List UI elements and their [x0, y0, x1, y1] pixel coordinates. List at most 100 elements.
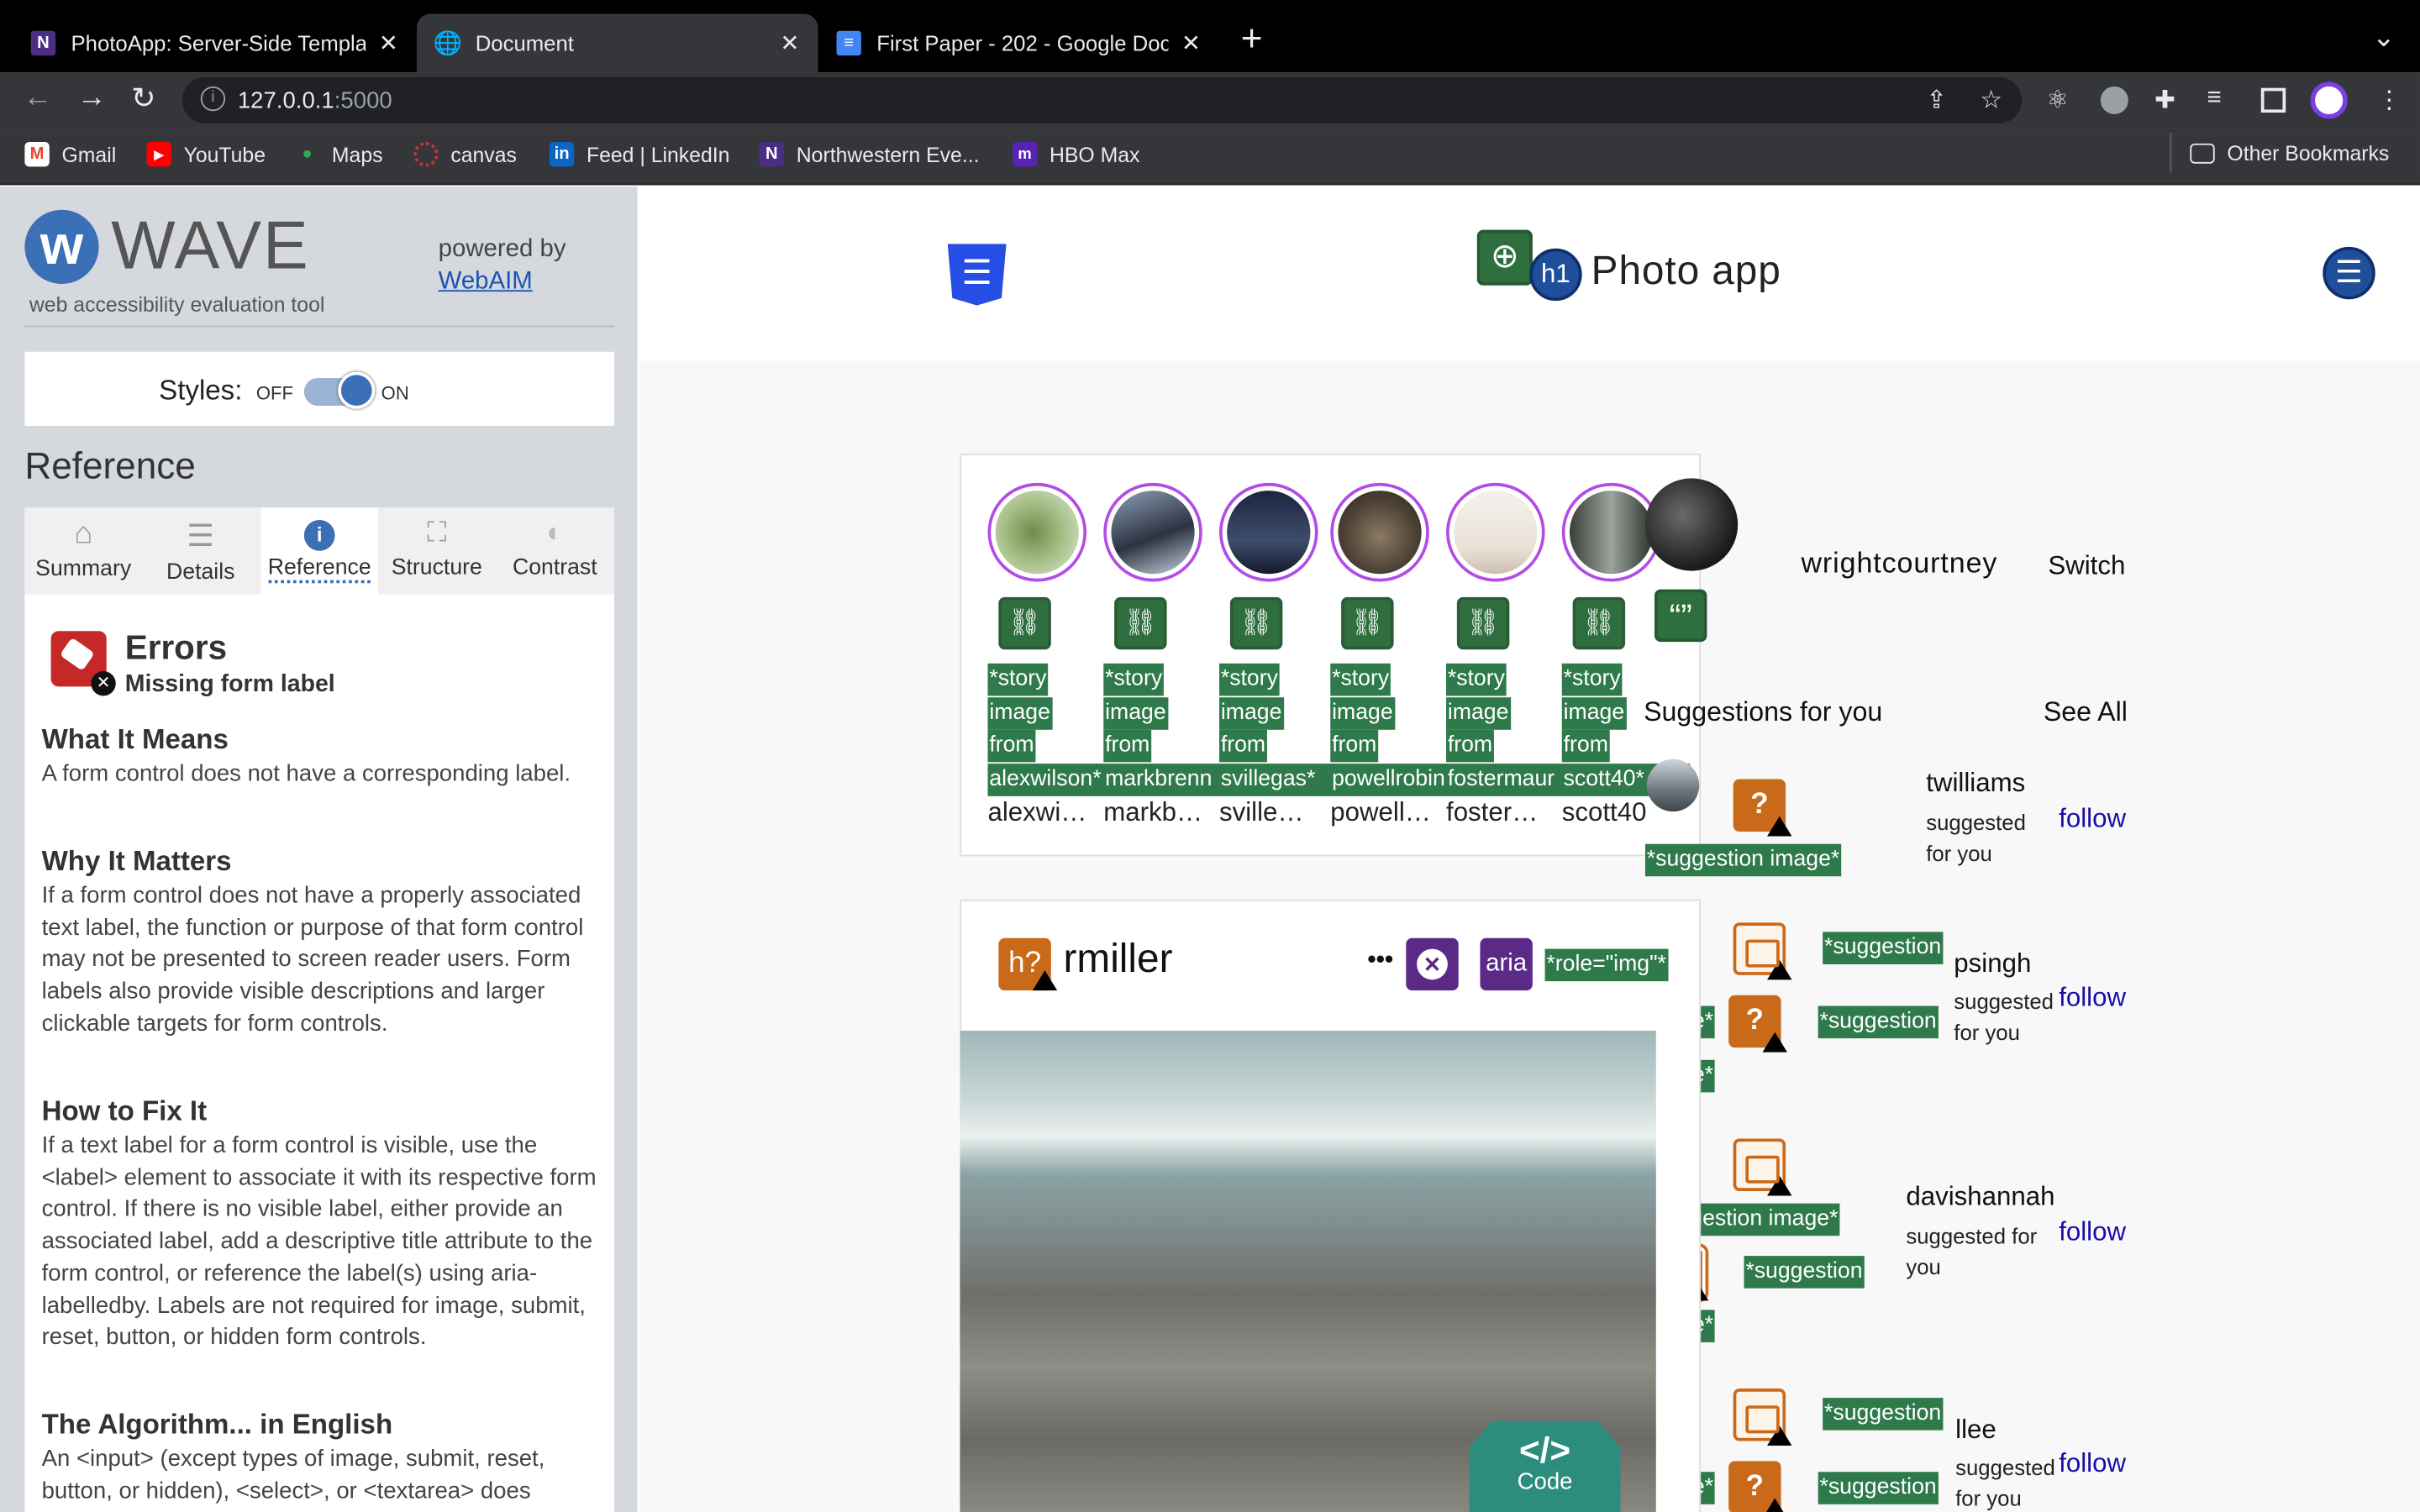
- tab-search-icon[interactable]: ⌄: [2372, 22, 2396, 55]
- tab-contrast[interactable]: ◐ Contrast: [496, 507, 614, 594]
- story-alt-label: image: [987, 697, 1052, 730]
- other-bookmarks[interactable]: Other Bookmarks: [2190, 142, 2389, 165]
- tab-document[interactable]: 🌐 Document ✕: [416, 13, 818, 73]
- story-alt-label: from: [987, 729, 1036, 763]
- story-avatar[interactable]: [1330, 482, 1429, 582]
- image-alert-icon: [1733, 922, 1792, 980]
- globe-icon: 🌐: [433, 30, 462, 57]
- profile-avatar[interactable]: [2310, 81, 2348, 119]
- bookmark-canvas[interactable]: canvas: [413, 141, 517, 167]
- folder-icon: [2190, 143, 2215, 164]
- wave-sidebar: w WAVE web accessibility evaluation tool…: [0, 186, 638, 1512]
- bookmark-youtube[interactable]: ▶ YouTube: [146, 141, 266, 167]
- story-avatar[interactable]: [1103, 482, 1202, 582]
- link-icon: ⛓: [1572, 596, 1626, 650]
- image-alert-icon: [1733, 1138, 1792, 1196]
- bookmark-gmail[interactable]: M Gmail: [24, 141, 116, 167]
- story-avatar[interactable]: [1446, 482, 1545, 582]
- follow-button[interactable]: follow: [2059, 1217, 2126, 1248]
- chrome-menu-icon[interactable]: ⋮: [2377, 85, 2402, 116]
- profile-username[interactable]: wrightcourtney: [1801, 546, 1997, 580]
- reference-content: ✕ Errors Missing form label What It Mean…: [24, 594, 615, 1512]
- story-username[interactable]: sville…: [1219, 798, 1304, 829]
- question-alert-icon: ?: [1728, 995, 1787, 1053]
- story-avatar[interactable]: [987, 482, 1087, 582]
- bookmark-maps[interactable]: ● Maps: [295, 142, 382, 166]
- story-username[interactable]: alexwi…: [988, 798, 1087, 829]
- reading-list-icon[interactable]: ≡: [2207, 85, 2222, 113]
- suggestion-subtitle: suggested: [1955, 1455, 2055, 1480]
- suggestion-username[interactable]: twilliams: [1926, 769, 2025, 800]
- suggestion-subtitle: suggested: [1926, 810, 2026, 835]
- suggestion-avatar[interactable]: [1646, 759, 1700, 812]
- link-icon: ⛓: [1229, 596, 1283, 650]
- bookmark-linkedin[interactable]: in Feed | LinkedIn: [549, 141, 729, 167]
- see-all-link[interactable]: See All: [2044, 696, 2128, 728]
- structure-icon: ⛶: [427, 517, 447, 549]
- story-username[interactable]: markb…: [1103, 798, 1202, 829]
- webaim-link[interactable]: WebAIM: [439, 269, 533, 297]
- bookmark-star-icon[interactable]: ☆: [1981, 85, 2002, 116]
- maps-pin-icon: ●: [302, 144, 313, 164]
- tab-photoapp[interactable]: N PhotoApp: Server-Side Templa ✕: [13, 14, 417, 73]
- story-avatar[interactable]: [1219, 482, 1318, 582]
- suggestion-username[interactable]: psingh: [1954, 949, 2031, 980]
- close-tab-icon[interactable]: ✕: [1181, 29, 1201, 57]
- tab-reference[interactable]: i Reference: [260, 507, 378, 595]
- react-devtools-icon[interactable]: ⚛: [2047, 85, 2069, 116]
- story-alt-label: image: [1446, 697, 1511, 730]
- follow-button[interactable]: follow: [2059, 983, 2126, 1014]
- back-icon[interactable]: ←: [24, 81, 53, 115]
- follow-button[interactable]: follow: [2059, 1449, 2126, 1480]
- tab-google-doc[interactable]: ≡ First Paper - 202 - Google Doc ✕: [818, 14, 1219, 73]
- image-alert-icon: [1733, 1389, 1792, 1446]
- post-username[interactable]: rmiller: [1064, 935, 1173, 983]
- tab-structure[interactable]: ⛶ Structure: [378, 507, 496, 594]
- reload-icon[interactable]: ↻: [131, 81, 155, 117]
- story-username[interactable]: scott40: [1562, 798, 1647, 829]
- powered-by: powered by: [438, 236, 566, 263]
- close-tab-icon[interactable]: ✕: [780, 29, 799, 57]
- code-button[interactable]: </> Code: [1469, 1420, 1621, 1512]
- story-user-label: alexwilson*: [987, 764, 1104, 796]
- aria-error-icon: ✕: [1406, 937, 1459, 991]
- tab-summary[interactable]: ⌂ Summary: [24, 507, 142, 594]
- new-tab-button[interactable]: +: [1241, 18, 1263, 61]
- styles-off-label: OFF: [255, 382, 293, 405]
- address-bar[interactable]: i 127.0.0.1:5000: [182, 76, 2023, 123]
- bookmark-northwestern[interactable]: N Northwestern Eve...: [759, 141, 979, 167]
- side-panel-icon[interactable]: [2260, 87, 2286, 113]
- story-username[interactable]: foster…: [1446, 798, 1538, 829]
- story-alt-label: from: [1103, 729, 1152, 763]
- story-alt-label: from: [1219, 729, 1267, 763]
- close-tab-icon[interactable]: ✕: [379, 29, 398, 57]
- suggestion-subtitle: for you: [1926, 841, 1992, 866]
- grammarly-icon[interactable]: [2100, 86, 2128, 114]
- story-alt-label: *story: [1446, 663, 1507, 696]
- menu-list-icon[interactable]: ☰: [2323, 246, 2375, 300]
- post-more-icon[interactable]: •••: [1367, 948, 1393, 975]
- info-icon[interactable]: i: [200, 86, 226, 112]
- aria-icon: aria: [1480, 937, 1533, 991]
- story-alt-label: *story: [1103, 663, 1165, 696]
- algorithm-text: An <input> (except types of image, submi…: [41, 1446, 545, 1504]
- forward-icon[interactable]: →: [77, 81, 107, 115]
- story-user-label: fostermaur: [1446, 764, 1562, 796]
- story-alt-label: image: [1330, 697, 1395, 730]
- styles-toggle-knob[interactable]: [338, 371, 376, 409]
- suggestion-username[interactable]: davishannah: [1906, 1182, 2054, 1213]
- warning-icon: [1032, 970, 1058, 991]
- story-username[interactable]: powell…: [1330, 798, 1431, 829]
- follow-button[interactable]: follow: [2059, 804, 2126, 835]
- profile-avatar[interactable]: [1644, 478, 1739, 571]
- bookmark-hbomax[interactable]: m HBO Max: [1012, 141, 1139, 167]
- wave-logo-icon: w: [24, 209, 99, 284]
- switch-link[interactable]: Switch: [2048, 551, 2125, 582]
- extensions-icon[interactable]: ✚: [2154, 85, 2175, 116]
- tab-details[interactable]: ☰ Details: [142, 507, 260, 594]
- suggestion-username[interactable]: llee: [1955, 1415, 1996, 1446]
- wave-logo-text: WAVE: [111, 207, 310, 284]
- share-icon[interactable]: ⇪: [1926, 85, 1947, 116]
- northwestern-icon: N: [30, 30, 56, 56]
- story-user-label: powellrobin: [1330, 764, 1447, 796]
